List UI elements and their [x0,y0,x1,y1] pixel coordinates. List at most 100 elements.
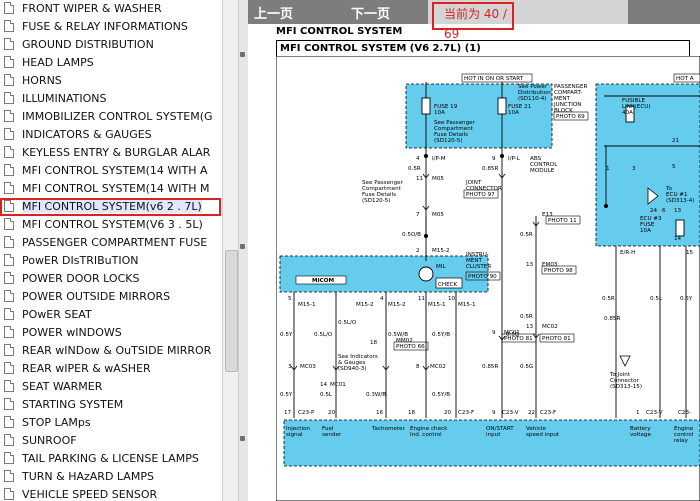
tree-item-label: STARTING SYSTEM [22,398,124,411]
tree-item-label: REAR wINDow & OuTSIDE MIRROR [22,344,212,357]
conn-m15-1b: M15-1 [428,302,446,308]
wire-0-3wb: 0.3W/B [366,392,386,398]
conn-c23-v: C23-V [502,410,519,416]
label-mil: MIL [436,264,446,270]
tree-item[interactable]: TURN & HAzARD LAMPS [0,468,221,486]
tree-item[interactable]: POWER OUTSIDE MIRRORS [0,288,221,306]
tree-vertical-scrollbar[interactable] [222,0,238,501]
tree-item[interactable]: ILLUMINATIONS [0,90,221,108]
label-ecu3-3: 10A [640,228,651,234]
tree-item-label: HEAD LAMPS [22,56,94,69]
tree-item-label: REAR wIPER & wASHER [22,362,151,375]
tree-item[interactable]: MFI CONTROL SYSTEM(14 WITH A [0,162,221,180]
tree-item[interactable]: FRONT WIPER & WASHER [0,0,221,18]
document-icon [4,452,14,464]
wire-0-5ob: 0.5O/B [402,232,421,238]
tree-item[interactable]: REAR wIPER & wASHER [0,360,221,378]
pin-1b: 1 [636,410,640,416]
tree-item[interactable]: PASSENGER COMPARTMENT FUSE [0,234,221,252]
label-ic-3: CLUSTER [466,264,491,270]
document-icon [4,488,14,500]
conn-c23-f: C23-F [458,410,474,416]
tree-item[interactable]: FUSE & RELAY INFORMATIONS [0,18,221,36]
wire-0-5l2: 0.5L [650,296,663,302]
prev-page-button[interactable]: 上一页 [254,3,293,22]
tree-item[interactable]: KEYLESS ENTRY & BURGLAR ALAR [0,144,221,162]
document-icon [4,290,14,302]
conn-ip-m: I/P-M [432,156,446,162]
pin-9c: 9 [492,410,496,416]
label-fusible-3: 40A [622,110,633,116]
tree-item[interactable]: IMMOBILIZER CONTROL SYSTEM(G [0,108,221,126]
wire-0-5r2: 0.5R [520,232,533,238]
tree-item[interactable]: HORNS [0,72,221,90]
label-photo-97: PHOTO 97 [466,192,495,198]
mil-lamp-icon [418,266,434,282]
document-icon [4,146,14,158]
tree-item[interactable]: STOP LAMps [0,414,221,432]
tree-item[interactable]: SUNROOF [0,432,221,450]
scrollbar-thumb[interactable] [225,250,238,372]
diagram-title-bar: MFI CONTROL SYSTEM (V6 2.7L) (1) [276,40,690,56]
tree-item[interactable]: STARTING SYSTEM [0,396,221,414]
tree-item-label: MFI CONTROL SYSTEM(v6 2 . 7L) [22,200,202,213]
pin-13: 13 [526,262,534,268]
conn-m15-2b: M15-2 [356,302,374,308]
tree-item[interactable]: TAIL PARKING & LICENSE LAMPS [0,450,221,468]
tree-item[interactable]: POwER SEAT [0,306,221,324]
tree-item[interactable]: MFI CONTROL SYSTEM(v6 2 . 7L) [0,198,221,216]
pin-10: 10 [448,296,456,302]
tree-item[interactable]: INDICATORS & GAUGES [0,126,221,144]
pin-13b: 13 [526,324,534,330]
document-icon [4,380,14,392]
document-icon [4,200,14,212]
tree-item[interactable]: HEAD LAMPS [0,54,221,72]
label-fuse21-amp: 10A [508,110,519,116]
document-icon [4,272,14,284]
document-icon [4,38,14,50]
pin-5: 5 [288,296,292,302]
wire-0-85r3: 0.85R [604,316,620,322]
label-joint-3: (SD313-15) [610,384,642,390]
wire-0-5y: 0.5Y [280,332,293,338]
label-pcfd2-4: (SD120-5) [362,198,390,204]
pin-2: 2 [416,248,420,254]
tree-item-label: IMMOBILIZER CONTROL SYSTEM(G [22,110,213,123]
wire-0-5yb: 0.5Y/B [432,332,450,338]
label-photo-66: PHOTO 66 [396,344,425,350]
tree-item[interactable]: GROUND DISTRIBUTION [0,36,221,54]
tree-item[interactable]: PowER DIsTRIBuTION [0,252,221,270]
tree-item-label: SEAT WARMER [22,380,103,393]
conn-m15-1a: M15-1 [298,302,316,308]
document-icon [4,326,14,338]
tree-item-label: INDICATORS & GAUGES [22,128,152,141]
conn-m15-1c: M15-1 [458,302,476,308]
tree-item-label: POwER SEAT [22,308,92,321]
document-icon [4,398,14,410]
pin-15: 15 [686,250,694,256]
tree-item-label: MFI CONTROL SYSTEM(14 WITH A [22,164,208,177]
tree-item-label: TURN & HAzARD LAMPS [22,470,154,483]
tree-item[interactable]: MFI CONTROL SYSTEM(V6 3 . 5L) [0,216,221,234]
tree-item-label: PASSENGER COMPARTMENT FUSE [22,236,208,249]
conn-mc02b: MC02 [430,364,446,370]
tree-item[interactable]: POWER DOOR LOCKS [0,270,221,288]
wire-0-5l: 0.5L [320,392,333,398]
tree-item[interactable]: SEAT WARMER [0,378,221,396]
label-micom: MICOM [312,278,335,284]
tree-item[interactable]: MFI CONTROL SYSTEM(14 WITH M [0,180,221,198]
document-viewer: 上一页 下一页 当前为 40 / 69 MFI CONTROL SYSTEM M… [248,0,700,501]
document-icon [4,218,14,230]
tree-item[interactable]: REAR wINDow & OuTSIDE MIRROR [0,342,221,360]
signal-engine-check-2: Ind. control [410,432,442,438]
next-page-button[interactable]: 下一页 [351,3,390,22]
tree-item[interactable]: VEHICLE SPEED SENSOR [0,486,221,501]
tree-item-label: POWER DOOR LOCKS [22,272,140,285]
conn-mc03: MC03 [300,364,316,370]
tree-item[interactable]: POWER wINDOWS [0,324,221,342]
label-pcfd-4: (SD120-5) [434,138,462,144]
tree-item-label: STOP LAMps [22,416,91,429]
document-icon [4,164,14,176]
wire-0-5y2: 0.5Y [280,392,293,398]
label-hot-on-start: HOT IN ON OR START [464,76,524,82]
